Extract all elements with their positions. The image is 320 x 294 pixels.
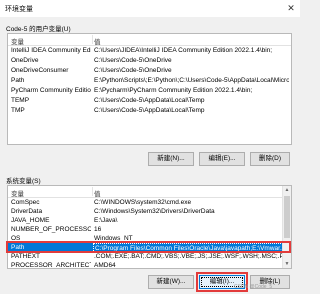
var-name: IntelliJ IDEA Community Edit...: [11, 47, 91, 54]
scroll-down-icon[interactable]: ▼: [283, 260, 291, 268]
close-icon[interactable]: ✕: [285, 2, 297, 14]
button-label: 新建(W)...: [156, 278, 186, 285]
system-col-val[interactable]: 值: [94, 188, 101, 198]
system-vars-scrollbar[interactable]: ▲ ▼: [282, 186, 291, 268]
user-vars-header: 变量 值: [8, 34, 291, 46]
system-col-var[interactable]: 变量: [11, 188, 24, 198]
system-vars-label: 系统变量(S): [6, 178, 41, 185]
header-separator: [92, 187, 93, 196]
var-name: OneDrive: [11, 57, 39, 64]
title-bar: 环境变量 ✕: [0, 0, 300, 17]
list-item[interactable]: PyCharm Community Edition E:\Pycharm\PyC…: [8, 86, 291, 96]
var-name: TEMP: [11, 97, 30, 104]
var-value: C:\Users\Code-5\OneDrive: [94, 57, 172, 64]
list-item[interactable]: IntelliJ IDEA Community Edit... C:\Users…: [8, 46, 291, 56]
var-name: PROCESSOR_ARCHITECTURE: [11, 262, 91, 269]
list-item[interactable]: TMP C:\Users\Code-5\AppData\Local\Temp: [8, 106, 291, 116]
button-label: 新建(N)...: [157, 155, 185, 162]
var-value: AMD64: [94, 262, 116, 269]
var-name: Path: [11, 77, 25, 84]
scrollbar-thumb[interactable]: [284, 196, 290, 238]
list-item[interactable]: OneDrive C:\Users\Code-5\OneDrive: [8, 56, 291, 66]
var-name: PyCharm Community Edition: [11, 87, 91, 94]
var-value: C:\Users\Code-5\AppData\Local\Temp: [94, 107, 205, 114]
system-vars-header: 变量 值: [8, 186, 291, 198]
user-vars-list[interactable]: 变量 值 IntelliJ IDEA Community Edit... C:\…: [7, 33, 292, 145]
header-separator: [92, 35, 93, 44]
path-row-highlight: [6, 241, 291, 253]
var-value: E:\Python\Scripts\;E:\Python\;C:\Users\C…: [94, 77, 289, 84]
button-label: 编辑(E)...: [208, 155, 236, 162]
var-value: C:\Users\JIDEA\IntelliJ IDEA Community E…: [94, 47, 273, 54]
system-new-button[interactable]: 新建(W)...: [148, 275, 194, 289]
var-name: TMP: [11, 107, 25, 114]
user-col-var[interactable]: 变量: [11, 36, 24, 46]
user-col-val[interactable]: 值: [94, 36, 101, 46]
system-vars-list[interactable]: 变量 值 ComSpec C:\WINDOWS\system32\cmd.exe…: [7, 185, 292, 269]
user-vars-label: Code-5 的用户变量(U): [6, 26, 71, 33]
scroll-up-icon[interactable]: ▲: [283, 186, 291, 194]
list-item[interactable]: OneDriveConsumer C:\Users\Code-5\OneDriv…: [8, 66, 291, 76]
user-delete-button[interactable]: 删除(D): [250, 152, 290, 166]
user-new-button[interactable]: 新建(N)...: [148, 152, 194, 166]
button-label: 删除(D): [258, 155, 282, 162]
window-title: 环境变量: [5, 6, 33, 13]
user-edit-button[interactable]: 编辑(E)...: [199, 152, 245, 166]
list-item[interactable]: TEMP C:\Users\Code-5\AppData\Local\Temp: [8, 96, 291, 106]
var-value: E:\Pycharm\PyCharm Community Edition 202…: [94, 87, 253, 94]
var-value: C:\Users\Code-5\AppData\Local\Temp: [94, 97, 205, 104]
list-item[interactable]: PROCESSOR_ARCHITECTURE AMD64: [8, 261, 291, 268]
var-name: OneDriveConsumer: [11, 67, 69, 74]
watermark: CSDN @Code_5: [234, 284, 273, 290]
var-value: C:\Users\Code-5\OneDrive: [94, 67, 172, 74]
list-item[interactable]: Path E:\Python\Scripts\;E:\Python\;C:\Us…: [8, 76, 291, 86]
